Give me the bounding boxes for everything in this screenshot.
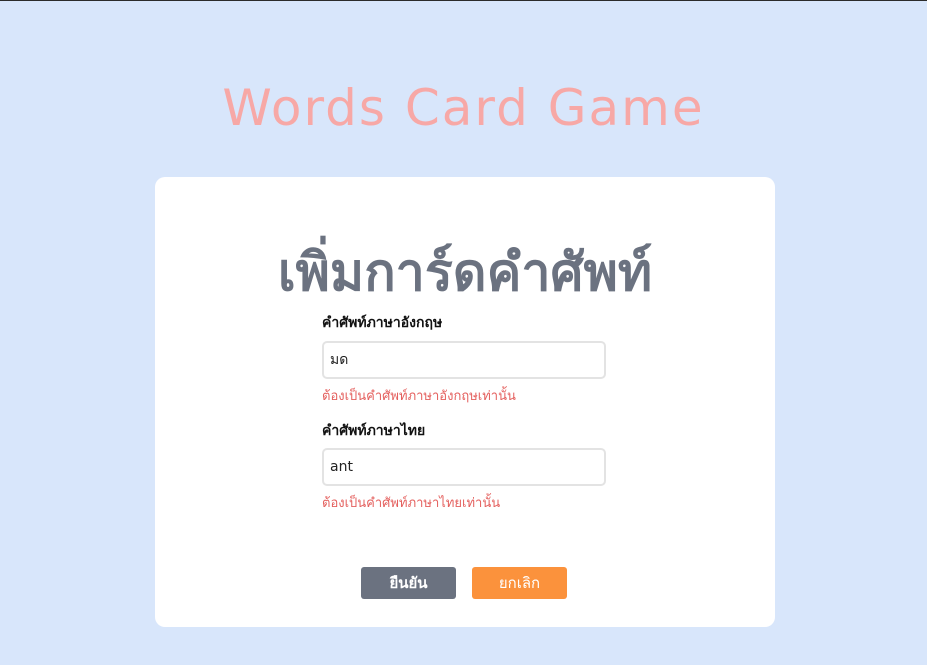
- thai-word-input[interactable]: [322, 448, 606, 486]
- thai-word-error: ต้องเป็นคำศัพท์ภาษาไทยเท่านั้น: [322, 496, 501, 511]
- app-title: Words Card Game: [222, 78, 705, 137]
- confirm-button[interactable]: ยืนยัน: [361, 567, 456, 599]
- english-word-error: ต้องเป็นคำศัพท์ภาษาอังกฤษเท่านั้น: [322, 389, 516, 404]
- english-word-input[interactable]: [322, 341, 606, 379]
- form-title: เพิ่มการ์ดคำศัพท์: [277, 243, 653, 304]
- add-word-card-form: เพิ่มการ์ดคำศัพท์ คำศัพท์ภาษาอังกฤษ ต้อง…: [155, 177, 775, 627]
- cancel-button[interactable]: ยกเลิก: [472, 567, 567, 599]
- english-word-label: คำศัพท์ภาษาอังกฤษ: [322, 315, 443, 331]
- thai-word-label: คำศัพท์ภาษาไทย: [322, 423, 426, 439]
